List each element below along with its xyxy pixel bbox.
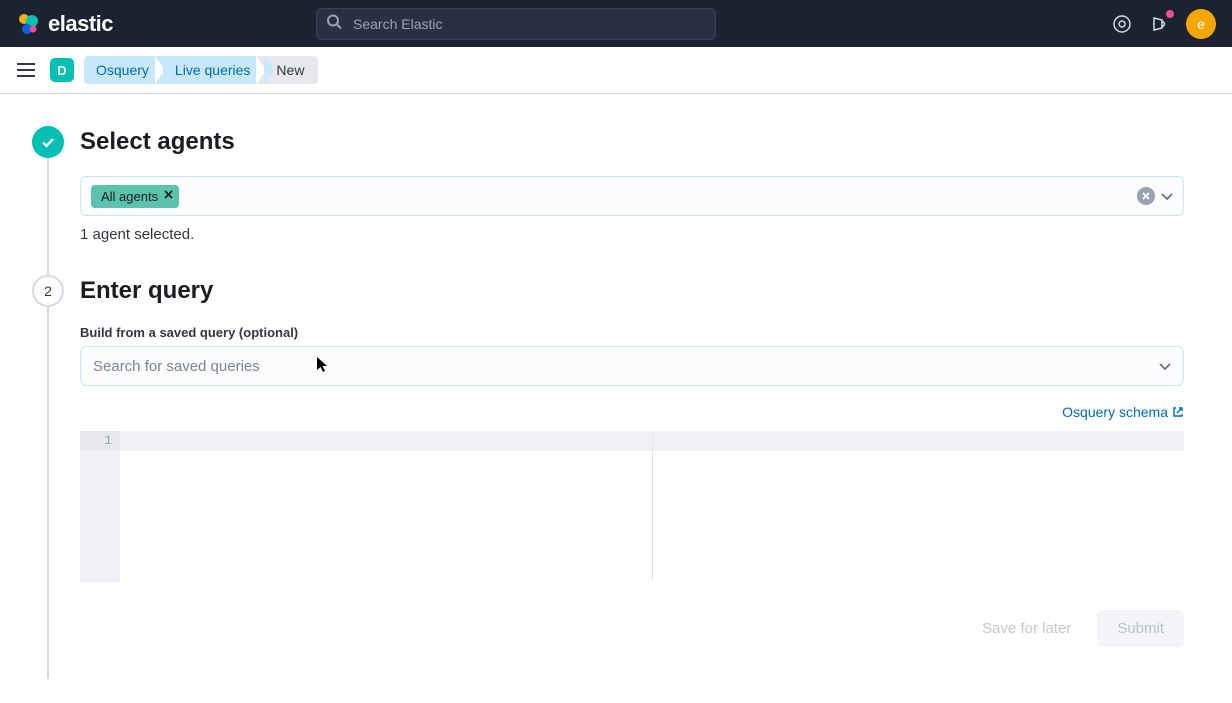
search-icon — [326, 13, 342, 34]
user-avatar[interactable]: e — [1186, 9, 1216, 39]
avatar-letter: e — [1197, 16, 1205, 32]
editor-pane-divider — [652, 431, 653, 582]
form-footer: Save for later Submit — [80, 610, 1184, 647]
steps-wizard: Select agents All agents 1 a — [32, 126, 1184, 679]
menu-toggle-icon[interactable] — [12, 56, 40, 84]
global-search[interactable] — [316, 8, 716, 40]
agent-selector[interactable]: All agents — [80, 176, 1184, 216]
top-navbar: elastic e — [0, 0, 1232, 47]
help-icon[interactable] — [1110, 12, 1134, 36]
saved-query-placeholder: Search for saved queries — [93, 358, 260, 375]
editor-code-area[interactable] — [120, 431, 1184, 582]
agent-chip-remove-icon[interactable] — [164, 190, 173, 202]
topbar-right-group: e — [1110, 9, 1216, 39]
agent-count-text: 1 agent selected. — [80, 226, 1184, 243]
elastic-logo-icon — [16, 12, 40, 36]
step2-number-badge: 2 — [32, 275, 64, 307]
breadcrumb-bar: D Osquery Live queries New — [0, 47, 1232, 94]
agent-chip-label: All agents — [101, 189, 158, 204]
schema-link-text: Osquery schema — [1062, 404, 1168, 420]
page-body: Select agents All agents 1 a — [0, 94, 1232, 703]
step2-title: Enter query — [80, 275, 1184, 307]
mouse-cursor-icon — [317, 357, 329, 376]
external-link-icon — [1172, 406, 1184, 418]
space-selector[interactable]: D — [50, 58, 74, 82]
brand-text: elastic — [48, 11, 113, 37]
editor-gutter: 1 — [80, 431, 120, 582]
space-letter: D — [57, 63, 66, 78]
schema-link-row: Osquery schema — [80, 404, 1184, 422]
osquery-schema-link[interactable]: Osquery schema — [1062, 404, 1184, 420]
step2-number: 2 — [44, 283, 52, 299]
clear-selection-icon[interactable] — [1137, 187, 1155, 205]
breadcrumbs: Osquery Live queries New — [84, 56, 318, 84]
notification-dot — [1166, 10, 1174, 18]
check-icon — [40, 134, 56, 150]
step1-status-icon — [32, 126, 64, 158]
saved-query-label: Build from a saved query (optional) — [80, 325, 1184, 340]
newsfeed-icon[interactable] — [1148, 12, 1172, 36]
query-editor[interactable]: 1 — [80, 430, 1184, 582]
saved-query-chevron-down-icon[interactable] — [1159, 358, 1171, 374]
agent-chip-all: All agents — [91, 185, 179, 208]
step1-title: Select agents — [80, 126, 1184, 158]
elastic-logo[interactable]: elastic — [16, 11, 113, 37]
save-for-later-button[interactable]: Save for later — [982, 620, 1071, 637]
submit-button[interactable]: Submit — [1097, 610, 1184, 647]
agent-selector-actions — [1137, 187, 1173, 205]
editor-line-number: 1 — [80, 431, 120, 450]
saved-query-selector[interactable]: Search for saved queries — [80, 346, 1184, 386]
breadcrumb-osquery[interactable]: Osquery — [84, 56, 163, 84]
global-search-input[interactable] — [316, 8, 716, 40]
step-enter-query: 2 Enter query Build from a saved query (… — [32, 275, 1184, 679]
agent-selector-chevron-down-icon[interactable] — [1161, 188, 1173, 204]
step-select-agents: Select agents All agents 1 a — [32, 126, 1184, 275]
